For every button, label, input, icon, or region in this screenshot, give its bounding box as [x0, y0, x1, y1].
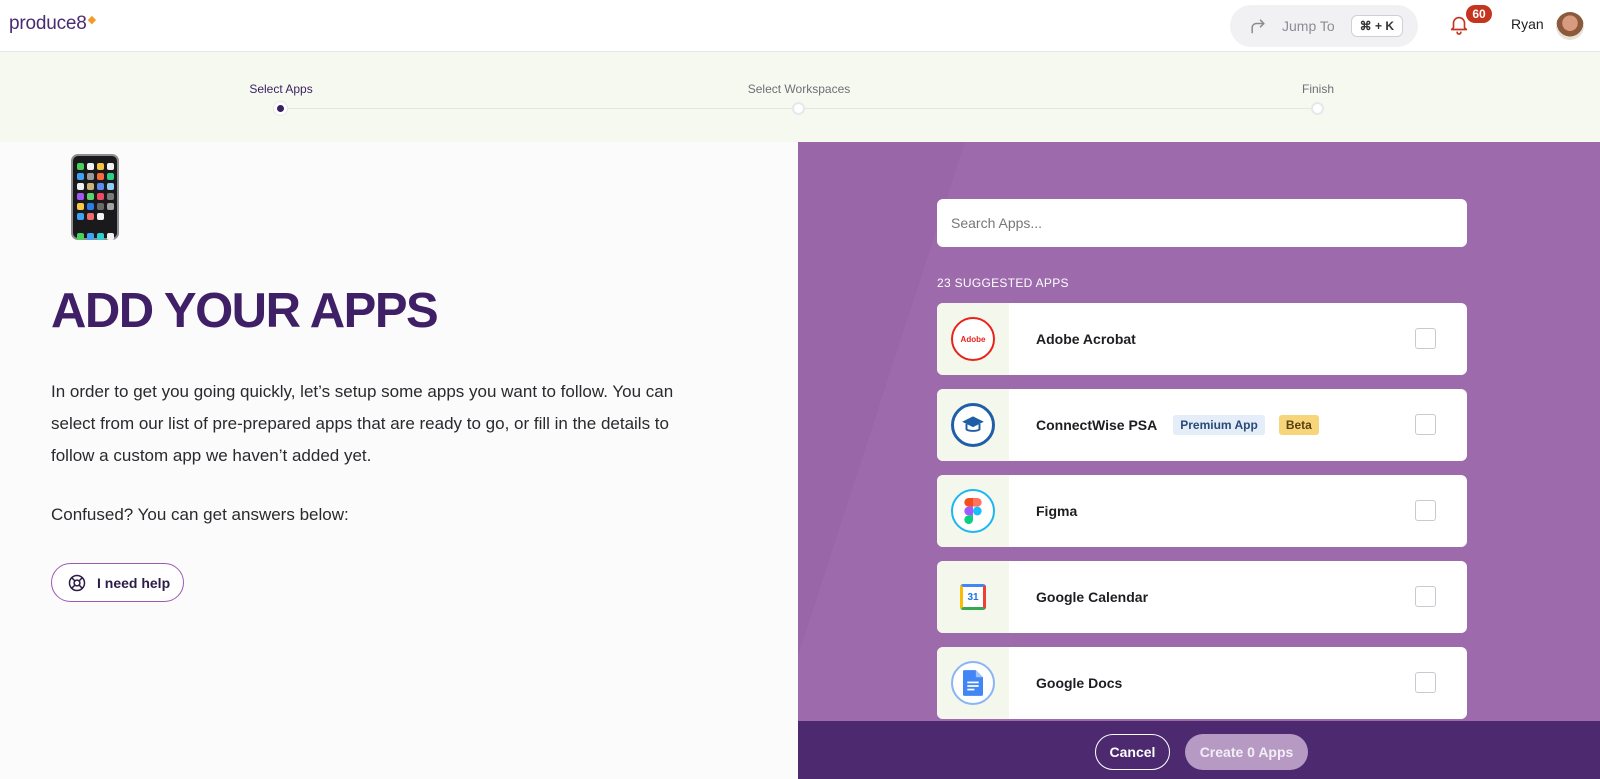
figma-logo-icon [964, 498, 982, 524]
adobe-acrobat-icon: Adobe [951, 317, 995, 361]
redirect-arrow-icon [1251, 19, 1265, 34]
app-select-checkbox[interactable] [1415, 586, 1436, 607]
app-card-adobe-acrobat[interactable]: Adobe Adobe Acrobat [937, 303, 1467, 375]
app-select-checkbox[interactable] [1415, 500, 1436, 521]
user-name[interactable]: Ryan [1511, 16, 1544, 32]
step-dot-active [274, 102, 287, 115]
app-logo-cell: 31 [937, 561, 1009, 633]
logo-spark-icon: ◆ [87, 14, 96, 26]
progress-stepper: Select Apps Select Workspaces Finish [0, 52, 1600, 142]
app-logo-cell [937, 389, 1009, 461]
beta-badge: Beta [1278, 415, 1319, 435]
app-name: Figma [1036, 503, 1078, 519]
logo-text: produce8 [9, 13, 87, 34]
page-title: ADD YOUR APPS [51, 284, 439, 338]
app-card-figma[interactable]: Figma [937, 475, 1467, 547]
app-card-google-docs[interactable]: Google Docs [937, 647, 1467, 719]
keyboard-shortcut: ⌘ + K [1350, 15, 1404, 37]
app-logo-cell: Adobe [937, 303, 1009, 375]
step-dot [792, 102, 805, 115]
figma-icon [951, 489, 995, 533]
search-apps-input[interactable] [937, 199, 1467, 247]
jump-to-label: Jump To [1282, 18, 1335, 34]
step-select-apps: Select Apps [181, 82, 381, 115]
app-select-checkbox[interactable] [1415, 414, 1436, 435]
help-button[interactable]: I need help [51, 563, 184, 602]
app-logo-cell [937, 475, 1009, 547]
suggested-apps-count: 23 SUGGESTED APPS [937, 276, 1069, 290]
app-select-checkbox[interactable] [1415, 672, 1436, 693]
step-label: Finish [1301, 82, 1334, 96]
adobe-logo-text: Adobe [960, 334, 986, 344]
step-dot [1311, 102, 1324, 115]
calendar-day-text: 31 [967, 591, 979, 603]
action-footer: Cancel Create 0 Apps [798, 721, 1600, 779]
top-bar: produce8 ◆ Jump To ⌘ + K 60 Ryan [0, 0, 1600, 52]
mobile-phone-icon [71, 154, 119, 240]
app-card-connectwise-psa[interactable]: ConnectWise PSA Premium App Beta [937, 389, 1467, 461]
document-icon [963, 670, 983, 696]
app-name: Google Docs [1036, 675, 1123, 691]
step-label: Select Apps [249, 82, 313, 96]
google-docs-icon [951, 661, 995, 705]
jump-to-button[interactable]: Jump To ⌘ + K [1230, 5, 1418, 47]
app-logo-cell [937, 647, 1009, 719]
app-name: Google Calendar [1036, 589, 1149, 605]
connectwise-icon [951, 403, 995, 447]
create-apps-button[interactable]: Create 0 Apps [1185, 734, 1308, 770]
google-calendar-icon: 31 [960, 584, 986, 610]
help-prompt-text: Confused? You can get answers below: [51, 505, 349, 524]
step-finish: Finish [1218, 82, 1418, 115]
intro-description: In order to get you going quickly, let’s… [51, 382, 674, 465]
produce8-logo[interactable]: produce8 ◆ [9, 13, 96, 35]
premium-app-badge: Premium App [1173, 415, 1265, 435]
app-list: Adobe Adobe Acrobat ConnectWise PSA Prem… [937, 303, 1467, 733]
step-select-workspaces: Select Workspaces [699, 82, 899, 115]
app-name: Adobe Acrobat [1036, 331, 1136, 347]
step-label: Select Workspaces [747, 82, 851, 96]
graduation-cap-icon [962, 416, 984, 432]
apps-panel: 23 SUGGESTED APPS Adobe Adobe Acrobat Co… [798, 142, 1600, 779]
cancel-button[interactable]: Cancel [1095, 734, 1170, 770]
lifebuoy-icon [68, 574, 86, 591]
app-card-google-calendar[interactable]: 31 Google Calendar [937, 561, 1467, 633]
notification-count-badge: 60 [1466, 5, 1492, 23]
help-button-label: I need help [97, 574, 171, 591]
intro-panel: ADD YOUR APPS In order to get you going … [0, 142, 798, 779]
user-avatar[interactable] [1556, 12, 1584, 40]
app-name: ConnectWise PSA [1036, 417, 1158, 433]
app-select-checkbox[interactable] [1415, 328, 1436, 349]
